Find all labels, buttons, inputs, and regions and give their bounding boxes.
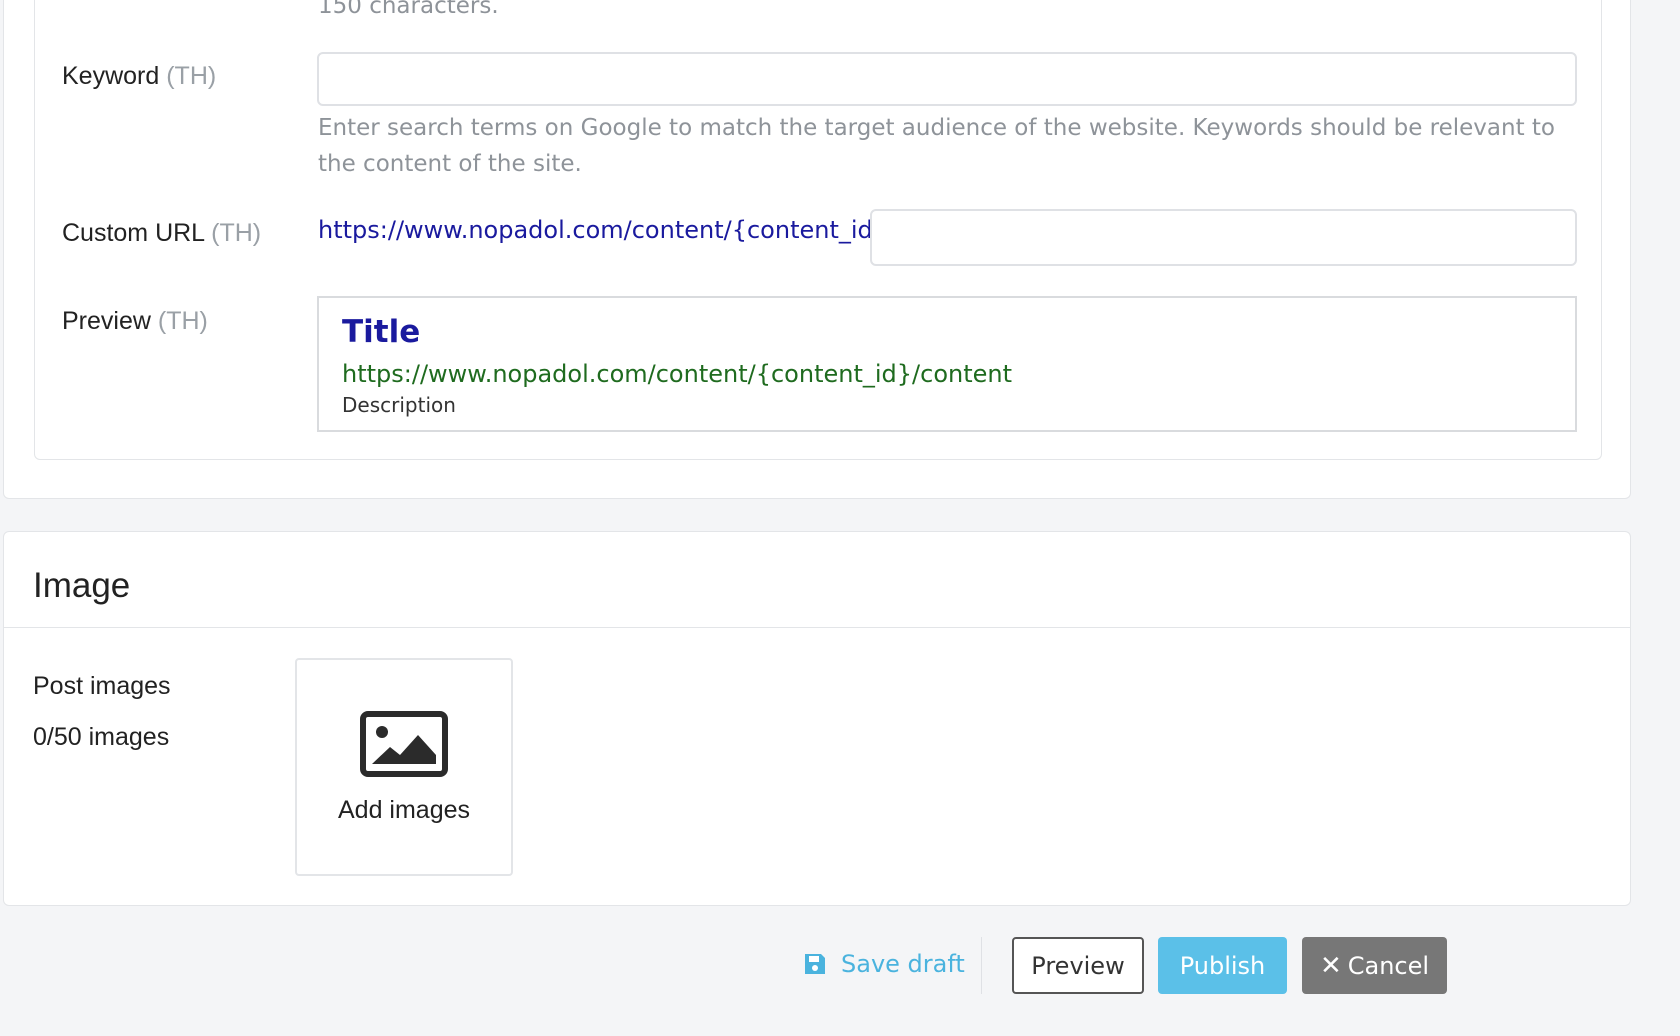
- preview-button[interactable]: Preview: [1012, 937, 1144, 994]
- seo-card: 150 characters. Keyword (TH) Enter searc…: [3, 0, 1631, 499]
- save-draft-button[interactable]: Save draft: [803, 950, 965, 978]
- keyword-lang-tag: (TH): [166, 62, 217, 90]
- save-draft-label: Save draft: [841, 950, 965, 978]
- description-help-text: 150 characters.: [318, 0, 499, 19]
- preview-label: Preview (TH): [62, 307, 208, 336]
- preview-title: Title: [342, 314, 421, 350]
- preview-description: Description: [342, 393, 456, 417]
- search-preview-box: Title https://www.nopadol.com/content/{c…: [317, 296, 1577, 432]
- custom-url-label: Custom URL (TH): [62, 219, 261, 248]
- image-icon: [360, 711, 448, 777]
- close-icon: ✕: [1319, 950, 1342, 981]
- cancel-label: Cancel: [1347, 951, 1430, 980]
- image-section-title: Image: [33, 566, 131, 605]
- custom-url-lang-tag: (TH): [211, 219, 262, 247]
- keyword-help-text: Enter search terms on Google to match th…: [318, 115, 1556, 177]
- image-count: 0/50 images: [33, 723, 170, 751]
- custom-url-prefix: https://www.nopadol.com/content/{content…: [318, 216, 897, 244]
- publish-button[interactable]: Publish: [1158, 937, 1287, 994]
- custom-url-label-text: Custom URL: [62, 219, 205, 247]
- add-images-label: Add images: [337, 796, 471, 824]
- seo-panel: 150 characters. Keyword (TH) Enter searc…: [34, 0, 1602, 460]
- keyword-label-text: Keyword: [62, 62, 160, 90]
- post-images-label: Post images: [33, 672, 171, 700]
- keyword-input[interactable]: [317, 52, 1577, 106]
- preview-label-text: Preview: [62, 307, 151, 335]
- floppy-disk-icon: [805, 954, 825, 974]
- preview-lang-tag: (TH): [157, 307, 208, 335]
- image-section-divider: [4, 627, 1630, 628]
- custom-url-input[interactable]: [870, 209, 1577, 266]
- footer-divider: [981, 937, 982, 994]
- preview-url: https://www.nopadol.com/content/{content…: [342, 360, 1013, 388]
- add-images-button[interactable]: Add images: [295, 658, 513, 876]
- cancel-button[interactable]: ✕ Cancel: [1302, 937, 1447, 994]
- image-card: Image Post images 0/50 images Add images: [3, 531, 1631, 906]
- keyword-label: Keyword (TH): [62, 62, 216, 91]
